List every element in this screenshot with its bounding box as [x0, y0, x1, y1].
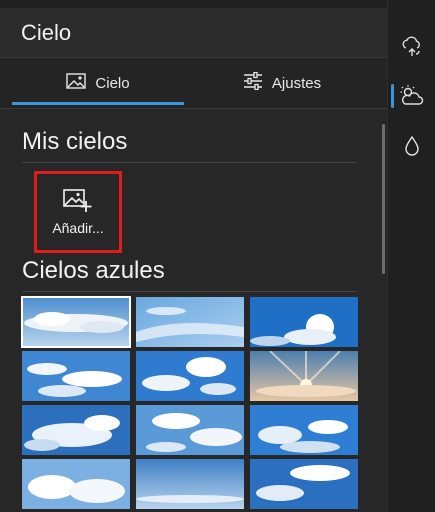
add-sky-button[interactable]: Añadir...	[34, 171, 122, 253]
sky-thumbnail[interactable]	[22, 351, 130, 401]
sky-thumbnail[interactable]	[250, 405, 358, 455]
section-title-cielos-azules: Cielos azules	[22, 257, 165, 284]
add-image-icon	[63, 189, 92, 212]
sky-thumbnail[interactable]	[136, 405, 244, 455]
scrollbar-thumb[interactable]	[382, 124, 385, 274]
sky-panel: Cielo Cielo Ajustes Mis cielos Añadir...…	[0, 0, 387, 512]
panel-header: Cielo	[0, 8, 387, 58]
water-drop-icon	[405, 135, 419, 156]
tab-cielo[interactable]: Cielo	[12, 58, 184, 108]
panel-title: Cielo	[21, 20, 72, 45]
active-tab-indicator	[12, 102, 184, 105]
sky-thumbnail[interactable]	[250, 351, 358, 401]
tab-ajustes-label: Ajustes	[271, 74, 322, 92]
sky-thumbnail[interactable]	[22, 405, 130, 455]
partly-cloudy-icon	[400, 85, 424, 105]
sky-thumbnail[interactable]	[22, 459, 130, 509]
section-title-mis-cielos: Mis cielos	[22, 128, 128, 155]
sliders-icon	[243, 71, 263, 94]
sky-thumbnail[interactable]	[21, 296, 131, 348]
sky-thumbnail[interactable]	[136, 459, 244, 509]
tab-cielo-label: Cielo	[95, 74, 130, 92]
rail-button-water[interactable]	[388, 122, 435, 170]
sky-thumbnail-grid	[21, 296, 358, 512]
top-strip	[0, 0, 387, 8]
sky-thumbnail[interactable]	[136, 351, 244, 401]
tool-rail	[387, 0, 435, 512]
sky-thumbnail[interactable]	[250, 297, 358, 347]
sky-thumbnail[interactable]	[250, 459, 358, 509]
add-sky-label: Añadir...	[52, 220, 104, 236]
rail-button-sky-replace[interactable]	[388, 22, 435, 70]
rail-button-sky[interactable]	[388, 72, 435, 120]
divider	[22, 162, 356, 163]
divider	[22, 291, 356, 292]
tab-ajustes[interactable]: Ajustes	[196, 58, 368, 108]
sky-replace-icon	[402, 36, 420, 56]
tab-bar: Cielo Ajustes	[0, 58, 387, 109]
sky-thumbnail[interactable]	[136, 297, 244, 347]
image-icon	[66, 73, 87, 93]
